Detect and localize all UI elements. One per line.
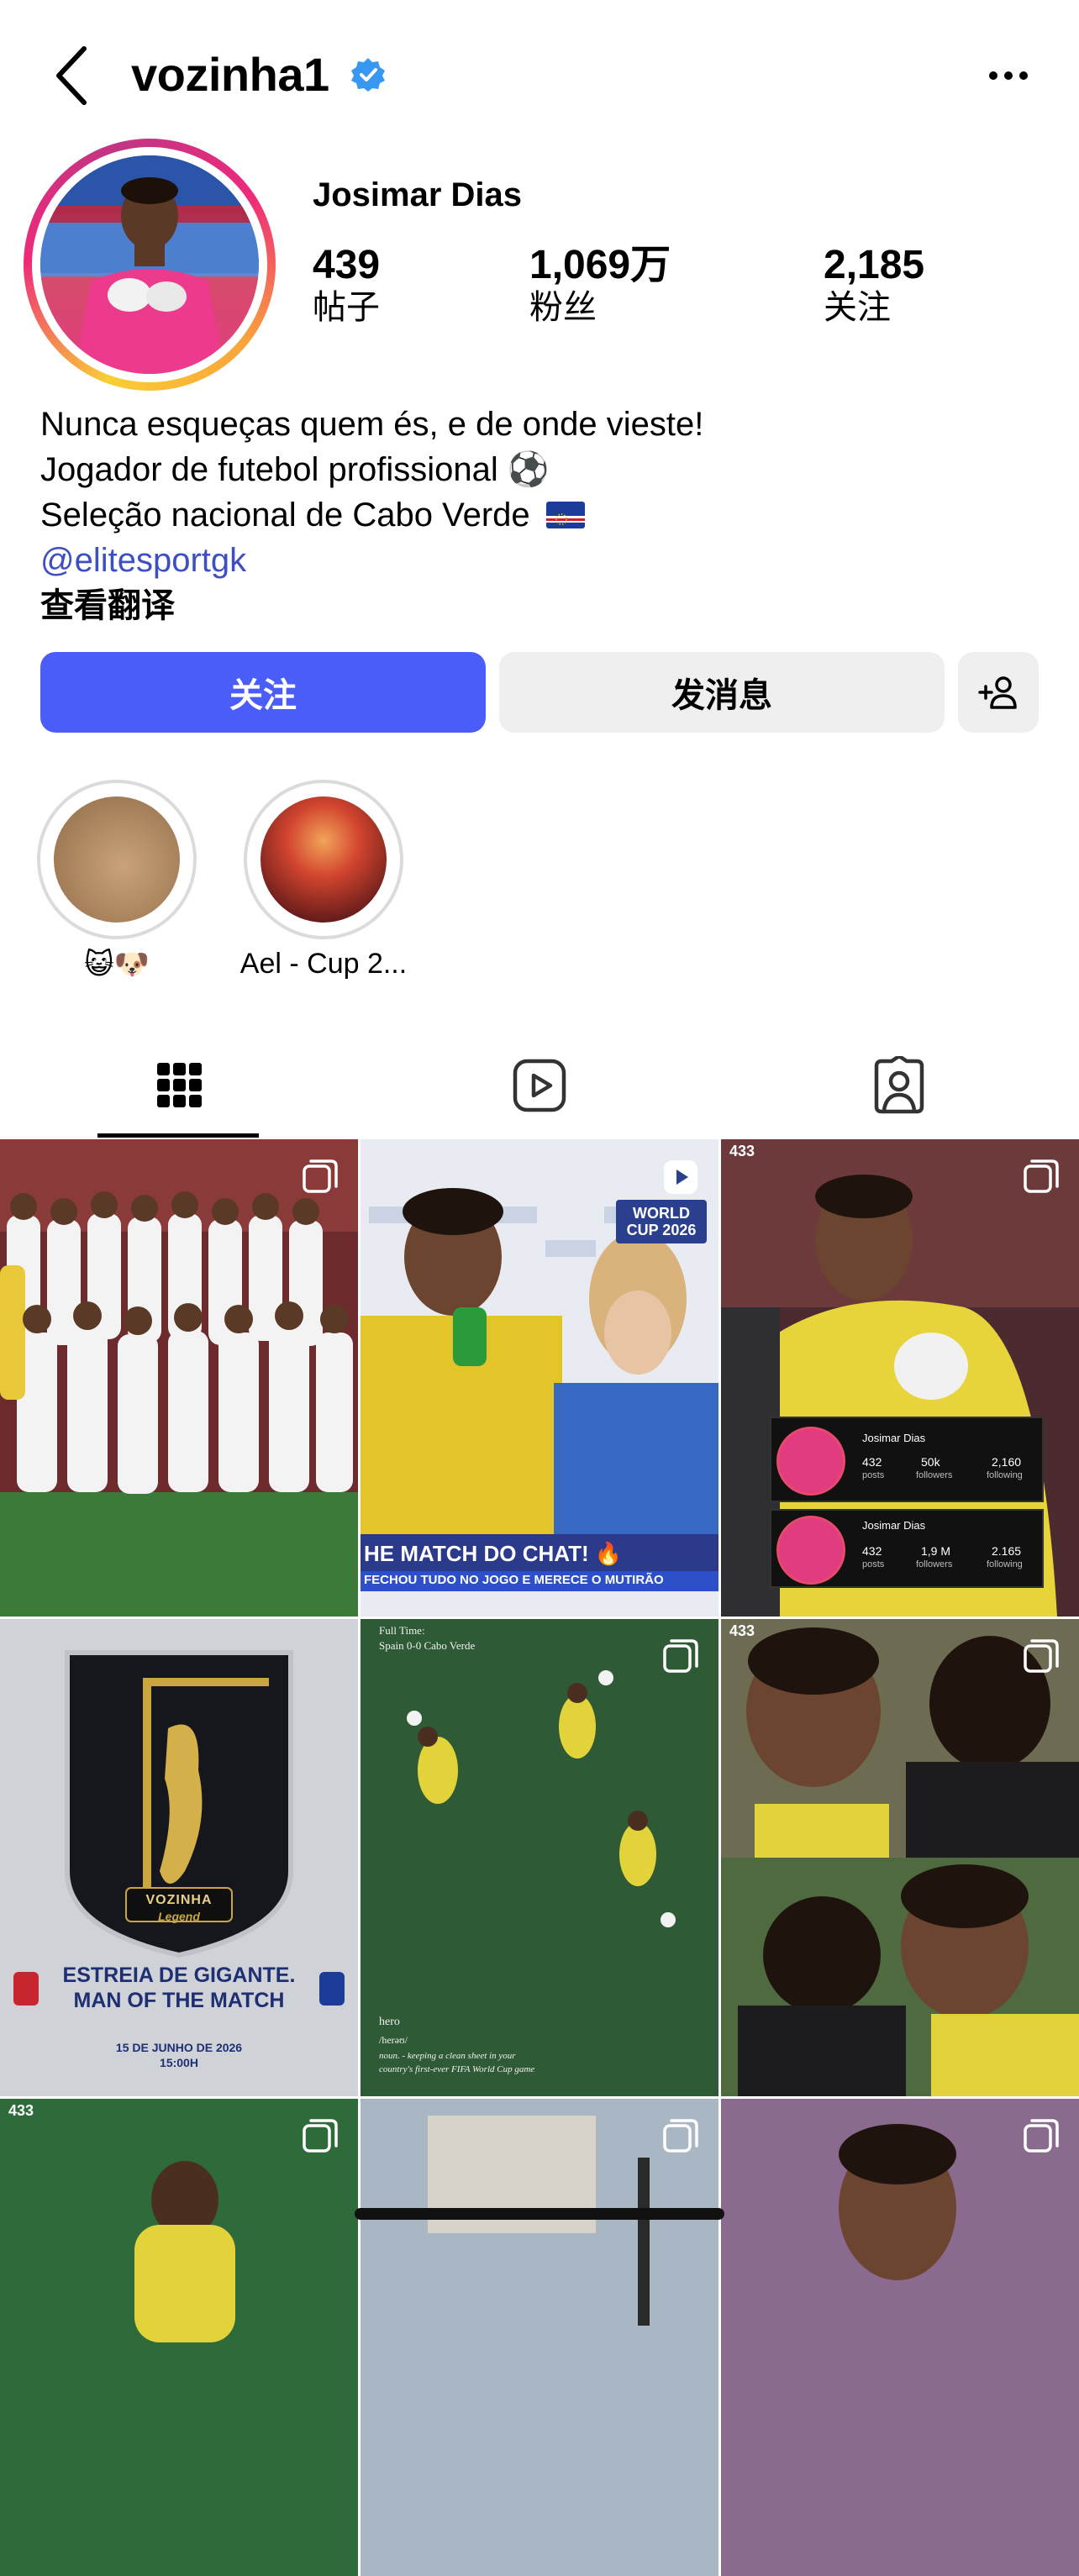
hero-word: hero <box>379 2016 400 2028</box>
stat-followers-value: 1,069万 <box>529 243 671 287</box>
stat-following[interactable]: 2,185 关注 <box>824 243 925 327</box>
active-tab-indicator <box>97 1133 259 1138</box>
stat-followers[interactable]: 1,069万 粉丝 <box>529 243 671 327</box>
post-tile[interactable]: 433 <box>0 2099 358 2576</box>
carousel-icon <box>303 2119 338 2153</box>
bio-line-3-text: Seleção nacional de Cabo Verde <box>40 497 530 534</box>
highlight-label: 😺🐶 <box>84 949 150 980</box>
post-tile[interactable] <box>721 2099 1079 2576</box>
carousel-icon <box>663 1639 698 1673</box>
poster-sub: Legend <box>158 1910 200 1923</box>
bio: Nunca esqueças quem és, e de onde vieste… <box>40 402 703 628</box>
poster-date: 15 DE JUNHO DE 2026 <box>115 2041 243 2054</box>
tab-posts-grid[interactable] <box>0 1033 360 1138</box>
bio-line-3: Seleção nacional de Cabo Verde <box>40 492 703 538</box>
carousel-icon <box>1024 1159 1059 1193</box>
highlight-cover <box>261 796 387 923</box>
brand-label: 433 <box>729 1622 755 1639</box>
bio-line-1: Nunca esqueças quem és, e de onde vieste… <box>40 406 704 443</box>
post-tile[interactable]: 433 <box>721 1619 1079 2096</box>
verified-badge-icon <box>351 58 385 92</box>
post-tile[interactable]: VOZINHA Legend ESTREIA DE GIGANTE. MAN O… <box>0 1619 358 2096</box>
poster-title-2: MAN OF THE MATCH <box>73 1989 285 2012</box>
poster-name: VOZINHA <box>145 1893 213 1907</box>
follower-card-before: Josimar Dias 432 posts 50k followers 2,1… <box>770 1417 1044 1502</box>
brand-label: 433 <box>729 1143 755 1159</box>
stat-posts[interactable]: 439 帖子 <box>313 243 381 327</box>
highlight-item[interactable]: Ael - Cup 2... <box>240 780 407 980</box>
stat-followers-label: 粉丝 <box>529 288 597 326</box>
hero-def-1: noun. - keeping a clean sheet in your <box>379 2051 516 2061</box>
reel-icon <box>664 1160 697 1194</box>
see-translation-link[interactable]: 查看翻译 <box>40 583 703 628</box>
hero-top-2: Spain 0-0 Cabo Verde <box>379 1639 476 1652</box>
highlight-item[interactable]: 😺🐶 <box>37 780 197 980</box>
tab-tagged[interactable] <box>719 1033 1079 1138</box>
post-tile[interactable]: WORLD CUP 2026 HE MATCH DO CHAT! 🔥 FECHO… <box>361 1139 718 1617</box>
follow-button[interactable]: 关注 <box>40 652 486 733</box>
poster-title-1: ESTREIA DE GIGANTE. <box>62 1964 296 1987</box>
full-name: Josimar Dias <box>313 176 523 213</box>
post-tile[interactable] <box>361 2099 718 2576</box>
hero-top-1: Full Time: <box>379 1624 425 1637</box>
more-horizontal-icon[interactable] <box>983 50 1034 101</box>
username: vozinha1 <box>131 48 329 101</box>
tab-reels[interactable] <box>360 1033 719 1138</box>
stat-posts-value: 439 <box>313 243 381 287</box>
add-person-icon <box>978 676 1017 709</box>
carousel-icon <box>1024 2119 1059 2153</box>
carousel-icon <box>663 2119 698 2153</box>
profile-header: vozinha1 <box>0 34 1079 118</box>
brand-label: 433 <box>8 2102 34 2119</box>
avatar <box>40 155 259 374</box>
message-button[interactable]: 发消息 <box>499 652 945 733</box>
bio-line-2: Jogador de futebol profissional ⚽ <box>40 451 550 488</box>
suggested-accounts-button[interactable] <box>958 652 1039 733</box>
stat-following-label: 关注 <box>824 288 891 326</box>
follower-card-after: Josimar Dias 432 posts 1,9 M followers 2… <box>770 1509 1044 1588</box>
tagged-icon <box>874 1056 924 1114</box>
grid-icon <box>157 1063 202 1107</box>
carousel-icon <box>303 1159 338 1193</box>
cape-verde-flag-icon <box>545 502 585 528</box>
hero-def-2: country's first-ever FIFA World Cup game <box>379 2064 535 2074</box>
highlight-cover <box>54 796 180 923</box>
carousel-icon <box>1024 1639 1059 1673</box>
stat-posts-label: 帖子 <box>313 288 380 326</box>
avatar-story-ring[interactable] <box>24 139 276 391</box>
post-tile[interactable]: 433 Josimar Dias 432 posts 50k followers… <box>721 1139 1079 1617</box>
hero-phonetic: /herəʊ/ <box>379 2034 408 2046</box>
post-tile[interactable]: Full Time: Spain 0-0 Cabo Verde hero /he… <box>361 1619 718 2096</box>
poster-time: 15:00H <box>160 2056 198 2069</box>
ticker-line-1: HE MATCH DO CHAT! 🔥 <box>364 1541 623 1566</box>
stat-following-value: 2,185 <box>824 243 925 287</box>
ticker-line-2: FECHOU TUDO NO JOGO E MERECE O MUTIRÃO <box>364 1573 664 1587</box>
profile-tabs <box>0 1033 1079 1138</box>
highlight-label: Ael - Cup 2... <box>239 948 408 980</box>
post-tile[interactable] <box>0 1139 358 1617</box>
bio-link[interactable]: @elitesportgk <box>40 538 703 583</box>
chevron-left-icon[interactable] <box>47 44 97 108</box>
reels-icon <box>513 1059 566 1112</box>
home-indicator[interactable] <box>355 2208 724 2220</box>
world-cup-badge: WORLD CUP 2026 <box>616 1200 707 1243</box>
